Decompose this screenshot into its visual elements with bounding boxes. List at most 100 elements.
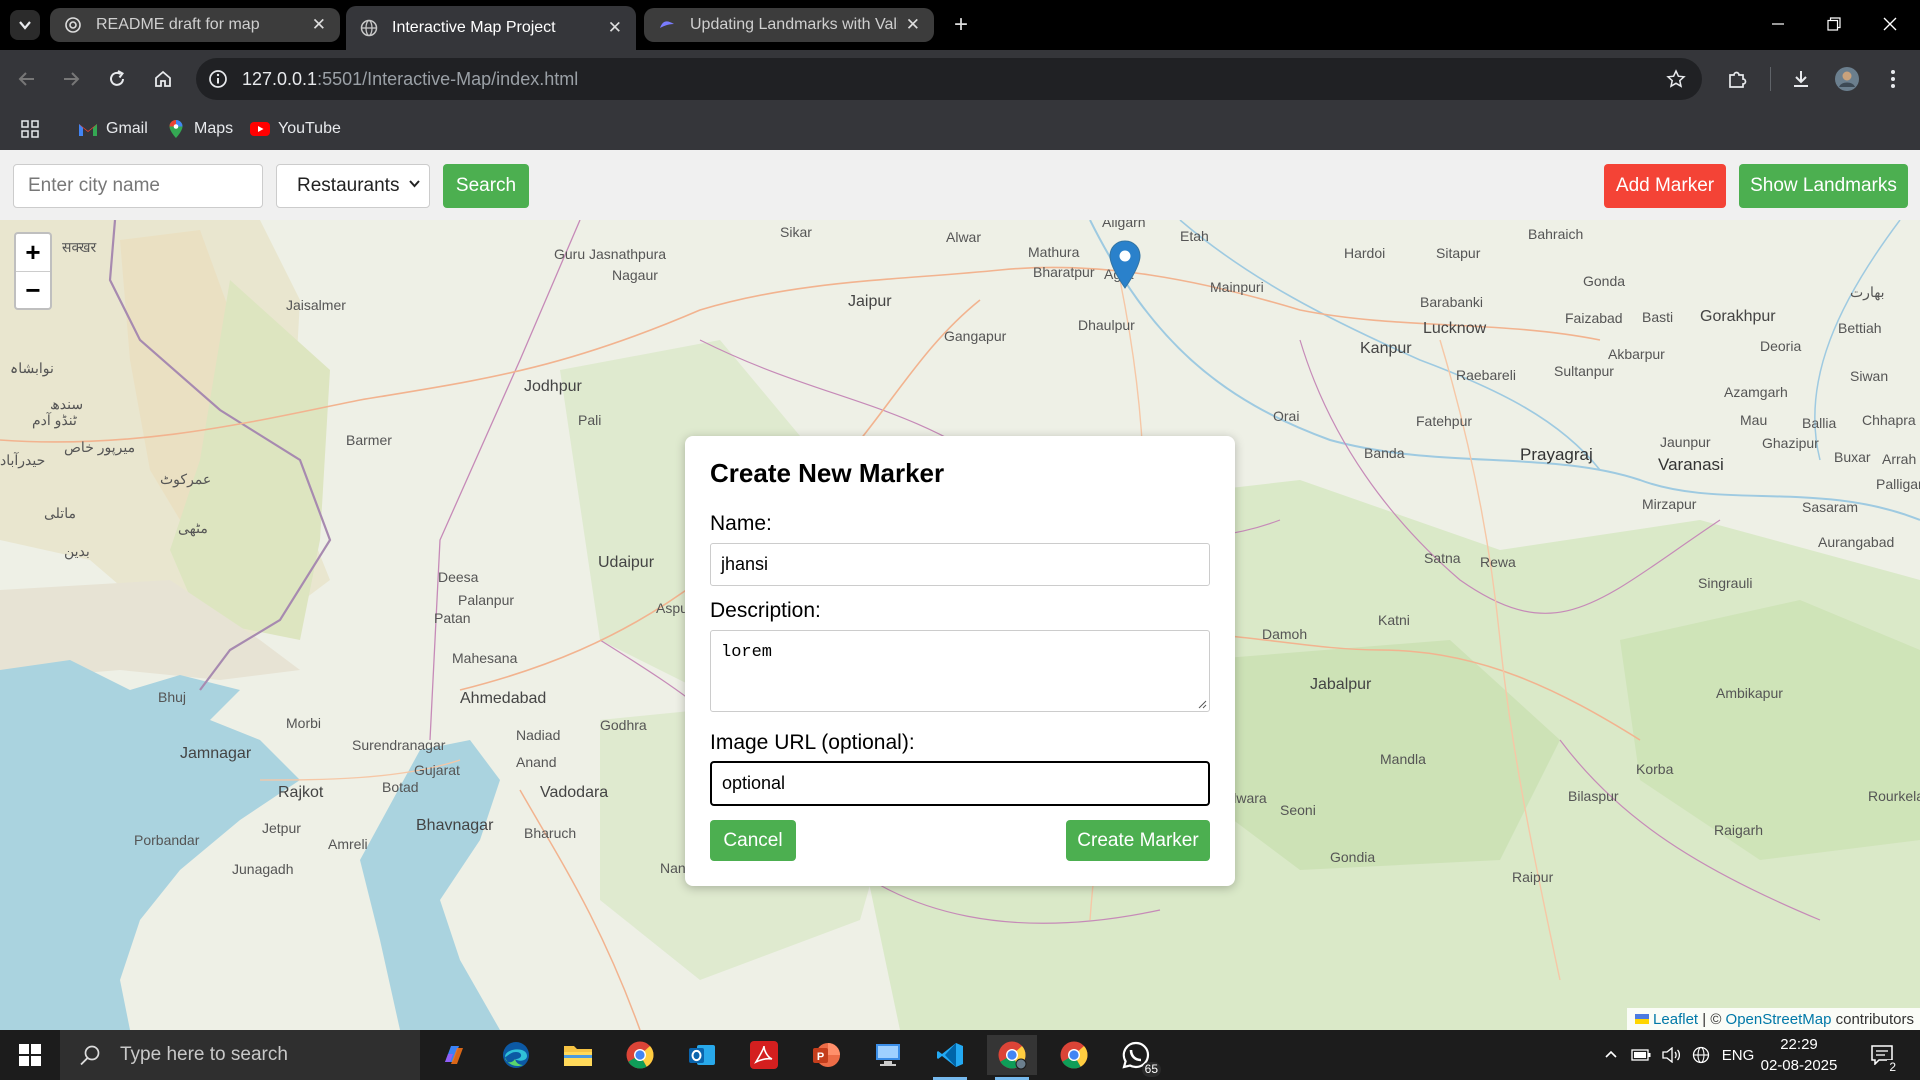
taskbar-acrobat[interactable] bbox=[739, 1035, 789, 1075]
restore-button[interactable] bbox=[1806, 0, 1862, 48]
volume-icon[interactable] bbox=[1658, 1030, 1684, 1080]
forward-button[interactable] bbox=[56, 64, 86, 94]
map-place-label: بھارت bbox=[1850, 284, 1885, 300]
new-tab-button[interactable]: + bbox=[948, 11, 974, 38]
map-place-label: Rewa bbox=[1480, 554, 1516, 570]
map-place-label: Amreli bbox=[328, 836, 368, 852]
close-icon[interactable]: ✕ bbox=[608, 18, 622, 38]
map-place-label: Siwan bbox=[1850, 368, 1889, 384]
map-place-label: Bahraich bbox=[1528, 226, 1584, 242]
tab-readme-draft[interactable]: README draft for map ✕ bbox=[50, 8, 340, 42]
map-container[interactable]: सक्खर Sikar Alwar Aligarh Etah Bahraich Guru J… bbox=[0, 220, 1920, 1030]
image-url-input[interactable]: optional bbox=[710, 761, 1210, 806]
map-place-label: Guru Jasnathpura bbox=[554, 246, 667, 262]
arrow-left-icon bbox=[18, 72, 34, 86]
taskbar-remote-desktop[interactable] bbox=[863, 1035, 913, 1075]
apps-button[interactable] bbox=[20, 116, 40, 142]
show-landmarks-button[interactable]: Show Landmarks bbox=[1739, 164, 1908, 208]
map-place-label: حیدرآباد bbox=[0, 452, 46, 468]
map-place-label: Raigarh bbox=[1714, 822, 1764, 838]
zoom-in-button[interactable]: + bbox=[16, 234, 50, 272]
map-place-label: Raebareli bbox=[1456, 367, 1516, 383]
folder-icon bbox=[564, 1046, 592, 1066]
home-button[interactable] bbox=[148, 64, 178, 94]
minimize-button[interactable] bbox=[1750, 0, 1806, 48]
tab-interactive-map[interactable]: Interactive Map Project ✕ bbox=[346, 6, 636, 50]
tab-search-button[interactable] bbox=[10, 10, 40, 40]
name-input[interactable]: jhansi bbox=[710, 543, 1210, 586]
map-place-label: Prayagraj bbox=[1520, 445, 1593, 464]
show-hidden-icons-button[interactable] bbox=[1600, 1030, 1622, 1080]
avatar-icon bbox=[1835, 67, 1859, 91]
notification-center-button[interactable]: 2 bbox=[1862, 1030, 1902, 1080]
close-icon[interactable]: ✕ bbox=[312, 15, 326, 35]
toolbar-divider bbox=[1770, 67, 1771, 91]
language-indicator[interactable]: ENG bbox=[1718, 1030, 1758, 1080]
taskbar-edge[interactable] bbox=[491, 1035, 541, 1075]
openstreetmap-link[interactable]: OpenStreetMap bbox=[1726, 1011, 1832, 1028]
tab-updating-landmarks[interactable]: Updating Landmarks with Valid ✕ bbox=[644, 8, 934, 42]
bookmark-star-icon[interactable] bbox=[1664, 67, 1688, 91]
close-window-button[interactable] bbox=[1862, 0, 1918, 48]
downloads-button[interactable] bbox=[1786, 64, 1816, 94]
taskbar-chrome-profile[interactable] bbox=[987, 1035, 1037, 1080]
close-icon[interactable]: ✕ bbox=[906, 15, 920, 35]
profile-avatar[interactable] bbox=[1832, 64, 1862, 94]
site-info-icon[interactable] bbox=[206, 67, 230, 91]
start-button[interactable] bbox=[0, 1030, 60, 1080]
bookmark-label: YouTube bbox=[278, 120, 341, 137]
back-button[interactable] bbox=[12, 64, 42, 94]
bookmark-maps[interactable]: Maps bbox=[166, 116, 233, 142]
browser-menu-button[interactable] bbox=[1878, 64, 1908, 94]
bookmark-gmail[interactable]: Gmail bbox=[78, 116, 148, 142]
taskbar-file-explorer[interactable] bbox=[553, 1035, 603, 1075]
taskbar-chrome-2[interactable] bbox=[1049, 1035, 1099, 1075]
taskbar-vscode[interactable] bbox=[925, 1035, 975, 1080]
map-place-label: Jaunpur bbox=[1660, 434, 1711, 450]
map-marker-pin-icon[interactable] bbox=[1109, 240, 1141, 290]
taskbar-whatsapp[interactable]: 65 bbox=[1111, 1035, 1161, 1077]
map-place-label: Mandla bbox=[1380, 751, 1426, 767]
reload-button[interactable] bbox=[102, 64, 132, 94]
map-attribution: Leaflet | © OpenStreetMap contributors bbox=[1627, 1008, 1920, 1030]
chrome-icon bbox=[626, 1041, 654, 1069]
battery-icon[interactable] bbox=[1628, 1030, 1654, 1080]
create-marker-button[interactable]: Create Marker bbox=[1066, 820, 1210, 861]
add-marker-button[interactable]: Add Marker bbox=[1604, 164, 1726, 208]
map-place-label: Fatehpur bbox=[1416, 413, 1473, 429]
network-globe-icon[interactable] bbox=[1688, 1030, 1714, 1080]
reload-icon bbox=[110, 70, 124, 86]
taskbar-copilot[interactable] bbox=[429, 1035, 479, 1075]
tab-title: README draft for map bbox=[96, 16, 260, 33]
map-place-label: Sikar bbox=[780, 224, 812, 240]
chatgpt-icon bbox=[64, 16, 82, 34]
chevron-up-icon bbox=[1605, 1050, 1617, 1058]
chevron-down-icon bbox=[408, 177, 421, 193]
windows-taskbar: Type here to search P 65 ENG 22:29 02-08… bbox=[0, 1030, 1920, 1080]
resize-handle-icon[interactable] bbox=[1197, 699, 1207, 709]
extensions-button[interactable] bbox=[1722, 64, 1752, 94]
address-bar[interactable]: 127.0.0.1:5501/Interactive-Map/index.htm… bbox=[196, 58, 1702, 100]
map-place-label: Sultanpur bbox=[1554, 363, 1614, 379]
taskbar-search-box[interactable]: Type here to search bbox=[60, 1030, 420, 1080]
category-select[interactable]: Restaurants bbox=[276, 164, 430, 208]
maps-pin-icon bbox=[166, 119, 186, 139]
search-button[interactable]: Search bbox=[443, 164, 529, 208]
bookmark-youtube[interactable]: YouTube bbox=[250, 116, 341, 142]
city-search-input[interactable] bbox=[13, 164, 263, 208]
taskbar-powerpoint[interactable]: P bbox=[801, 1035, 851, 1075]
map-place-label: Barmer bbox=[346, 432, 392, 448]
map-place-label: Bilaspur bbox=[1568, 788, 1619, 804]
taskbar-clock[interactable]: 22:29 02-08-2025 bbox=[1760, 1034, 1838, 1076]
browser-toolbar: 127.0.0.1:5501/Interactive-Map/index.htm… bbox=[0, 50, 1920, 108]
taskbar-outlook[interactable] bbox=[677, 1035, 727, 1075]
leaflet-link[interactable]: Leaflet bbox=[1653, 1011, 1698, 1028]
taskbar-chrome[interactable] bbox=[615, 1035, 665, 1075]
bookmark-label: Gmail bbox=[106, 120, 148, 137]
cancel-button[interactable]: Cancel bbox=[710, 820, 796, 861]
attribution-separator: | © bbox=[1698, 1010, 1726, 1028]
map-place-label: Bhuj bbox=[158, 689, 187, 705]
map-place-label: Bharatpur bbox=[1033, 264, 1095, 280]
description-textarea[interactable]: lorem bbox=[710, 630, 1210, 712]
zoom-out-button[interactable]: − bbox=[16, 272, 50, 309]
